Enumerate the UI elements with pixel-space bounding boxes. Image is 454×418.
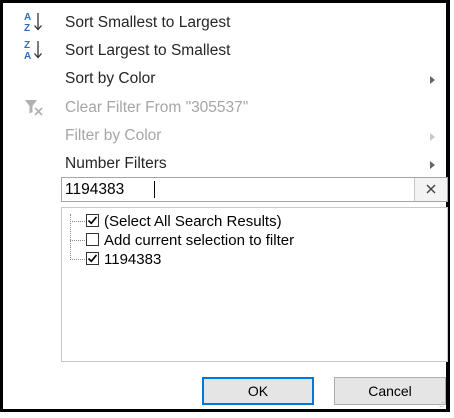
list-item-label: 1194383 xyxy=(104,251,162,268)
list-item-label: (Select All Search Results) xyxy=(104,213,282,230)
filter-values-list: (Select All Search Results) Add current … xyxy=(61,207,448,362)
sort-ascending-icon: A Z xyxy=(23,10,45,34)
svg-text:A: A xyxy=(24,12,31,23)
ok-button[interactable]: OK xyxy=(202,377,314,405)
sort-descending-item[interactable]: Z A Sort Largest to Smallest xyxy=(3,36,443,64)
filter-by-color-item[interactable]: Filter by Color xyxy=(3,121,443,149)
filter-by-color-label: Filter by Color xyxy=(65,127,162,144)
value-checkbox[interactable] xyxy=(86,252,99,265)
tree-connector xyxy=(70,221,85,222)
list-item[interactable]: (Select All Search Results) xyxy=(62,212,442,232)
filter-dropdown-panel: A Z Sort Smallest to Largest Z A Sort La… xyxy=(0,0,450,412)
sort-by-color-item[interactable]: Sort by Color xyxy=(3,64,443,92)
clear-search-icon xyxy=(426,184,436,194)
list-item[interactable]: Add current selection to filter xyxy=(62,231,442,251)
select-all-checkbox[interactable] xyxy=(86,214,99,227)
sort-descending-label: Sort Largest to Smallest xyxy=(65,42,231,59)
list-item-label: Add current selection to filter xyxy=(104,232,295,249)
search-input[interactable] xyxy=(65,180,405,199)
sort-by-color-label: Sort by Color xyxy=(65,70,156,87)
sort-ascending-label: Sort Smallest to Largest xyxy=(65,14,231,31)
add-to-filter-checkbox[interactable] xyxy=(86,233,99,246)
submenu-arrow-icon xyxy=(430,133,435,141)
cancel-button[interactable]: Cancel xyxy=(334,377,446,405)
clear-filter-item[interactable]: Clear Filter From "305537" xyxy=(3,93,443,121)
tree-connector xyxy=(70,259,85,260)
sort-descending-icon: Z A xyxy=(23,38,45,62)
svg-text:Z: Z xyxy=(24,23,30,34)
submenu-arrow-icon xyxy=(430,76,435,84)
clear-filter-icon xyxy=(23,95,45,119)
search-box xyxy=(61,177,448,202)
number-filters-item[interactable]: Number Filters xyxy=(3,149,443,177)
resize-grip-icon[interactable]: .: xyxy=(439,399,444,409)
clear-search-button[interactable] xyxy=(414,178,447,201)
svg-text:Z: Z xyxy=(24,40,30,51)
submenu-arrow-icon xyxy=(430,161,435,169)
clear-filter-label: Clear Filter From "305537" xyxy=(65,99,249,116)
svg-text:A: A xyxy=(24,51,31,62)
number-filters-label: Number Filters xyxy=(65,155,167,172)
list-item[interactable]: 1194383 xyxy=(62,250,442,270)
text-caret xyxy=(154,181,155,198)
tree-connector xyxy=(70,240,85,241)
sort-ascending-item[interactable]: A Z Sort Smallest to Largest xyxy=(3,8,443,36)
